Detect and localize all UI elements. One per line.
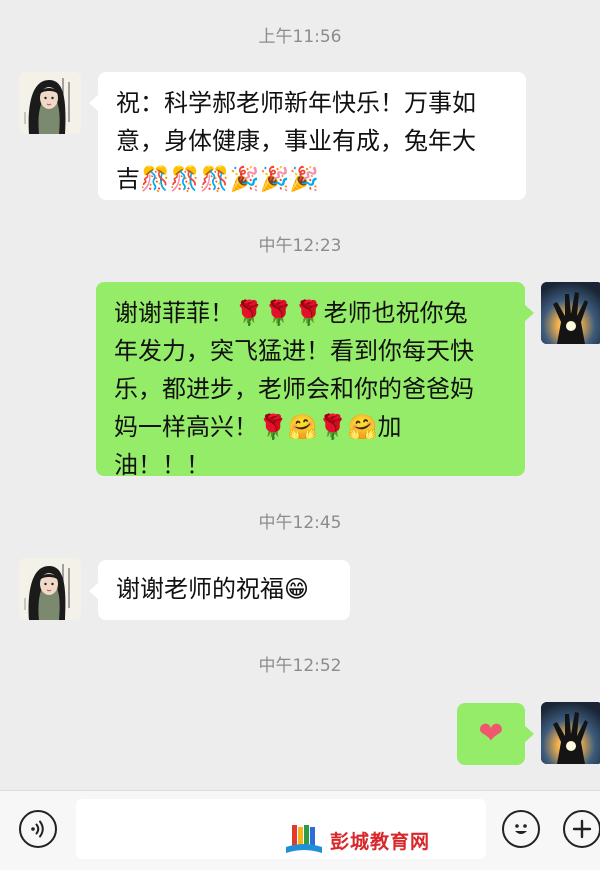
timestamp: 中午12:45 <box>258 513 342 533</box>
plus-icon <box>572 819 592 839</box>
contact-avatar[interactable] <box>19 72 81 134</box>
hand-sunset-icon <box>541 702 600 764</box>
message-line: 年发力，突飞猛进！看到你每天快 <box>114 337 474 365</box>
voice-icon <box>31 820 44 838</box>
my-avatar[interactable] <box>541 702 600 764</box>
outgoing-message[interactable]: 谢谢菲菲！🌹🌹🌹老师也祝你兔 年发力，突飞猛进！看到你每天快 乐，都进步，老师会… <box>96 282 534 479</box>
my-avatar[interactable] <box>541 282 600 344</box>
heart-icon: ❤ <box>478 716 504 751</box>
portrait-icon <box>19 72 81 134</box>
contact-avatar[interactable] <box>19 558 81 620</box>
book-logo-icon <box>286 825 322 853</box>
message-line: 妈一样高兴！🌹🤗🌹🤗加 <box>114 413 402 441</box>
message-line: 祝：科学郝老师新年快乐！万事如 <box>116 89 476 117</box>
chat-area[interactable]: 上午11:56 祝：科学郝老师新年快乐！万事如 意，身体健康，事业有成，兔年大 … <box>0 0 600 790</box>
voice-button[interactable] <box>19 810 57 848</box>
portrait-icon <box>19 558 81 620</box>
timestamp: 中午12:23 <box>258 236 342 256</box>
message-line: 油！！！ <box>114 451 210 479</box>
watermark-text: 彭城教育网 <box>330 830 431 853</box>
plus-button[interactable] <box>563 810 600 848</box>
hand-sunset-icon <box>541 282 600 344</box>
message-input[interactable]: 彭城教育网 <box>76 799 486 859</box>
incoming-message[interactable]: 祝：科学郝老师新年快乐！万事如 意，身体健康，事业有成，兔年大 吉🎊🎊🎊🎉🎉🎉 <box>89 72 526 200</box>
emoji-button[interactable] <box>502 810 540 848</box>
message-line: 意，身体健康，事业有成，兔年大 <box>116 127 476 155</box>
outgoing-message[interactable]: ❤ <box>457 703 534 765</box>
timestamp: 上午11:56 <box>258 27 342 47</box>
message-line: 谢谢老师的祝福😁 <box>116 575 310 603</box>
input-bar: 彭城教育网 <box>0 790 600 870</box>
timestamp: 中午12:52 <box>258 656 342 676</box>
incoming-message[interactable]: 谢谢老师的祝福😁 <box>89 560 350 620</box>
watermark: 彭城教育网 <box>284 823 430 857</box>
message-line: 乐，都进步，老师会和你的爸爸妈 <box>114 375 474 403</box>
message-line: 吉🎊🎊🎊🎉🎉🎉 <box>116 165 320 193</box>
emoji-icon <box>515 824 527 834</box>
message-line: 谢谢菲菲！🌹🌹🌹老师也祝你兔 <box>114 299 468 327</box>
